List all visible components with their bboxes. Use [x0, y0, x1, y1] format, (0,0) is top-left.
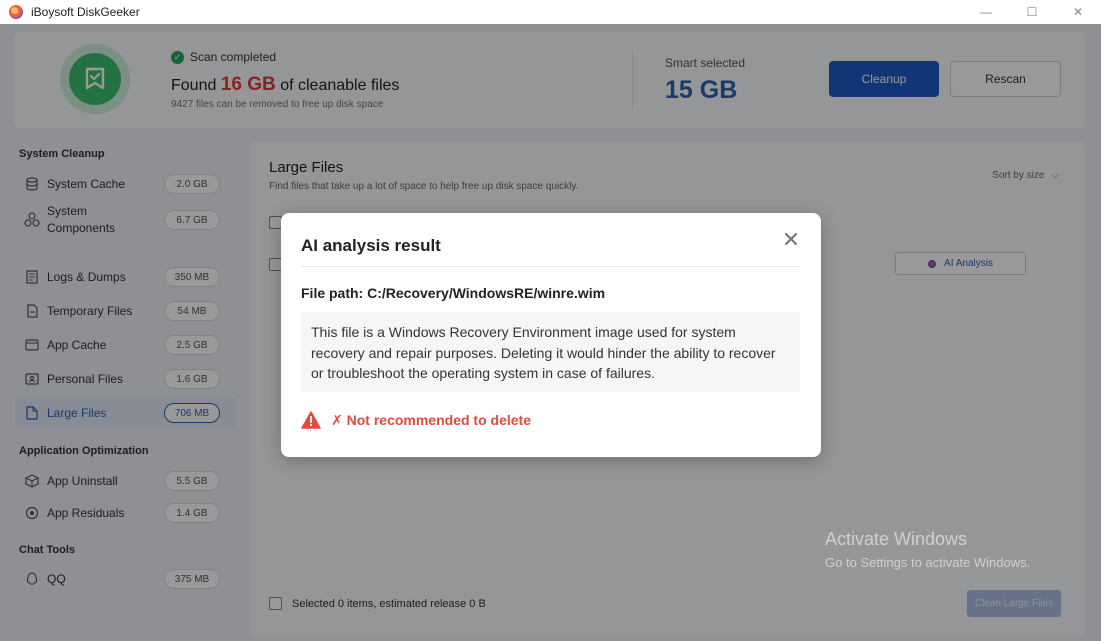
- close-icon[interactable]: [781, 229, 801, 249]
- close-window-button[interactable]: ✕: [1055, 0, 1101, 24]
- dialog-divider: [301, 266, 800, 267]
- minimize-button[interactable]: —: [963, 0, 1009, 24]
- activation-watermark-title: Activate Windows: [825, 529, 968, 549]
- ai-analysis-dialog: AI analysis result File path: C:/Recover…: [281, 213, 821, 457]
- delete-warning: ✗ Not recommended to delete: [301, 411, 531, 429]
- warning-triangle-icon: [301, 411, 321, 429]
- window-controls: — ☐ ✕: [963, 0, 1101, 24]
- title-bar: iBoysoft DiskGeeker — ☐ ✕: [0, 0, 1101, 24]
- activation-watermark-subtitle: Go to Settings to activate Windows.: [825, 555, 1031, 570]
- warning-text: ✗ Not recommended to delete: [331, 411, 531, 428]
- maximize-button[interactable]: ☐: [1009, 0, 1055, 24]
- window-title: iBoysoft DiskGeeker: [31, 5, 140, 19]
- file-path: File path: C:/Recovery/WindowsRE/winre.w…: [301, 285, 606, 301]
- app-logo-icon: [9, 5, 23, 19]
- analysis-description: This file is a Windows Recovery Environm…: [301, 312, 800, 392]
- dialog-title: AI analysis result: [301, 236, 441, 255]
